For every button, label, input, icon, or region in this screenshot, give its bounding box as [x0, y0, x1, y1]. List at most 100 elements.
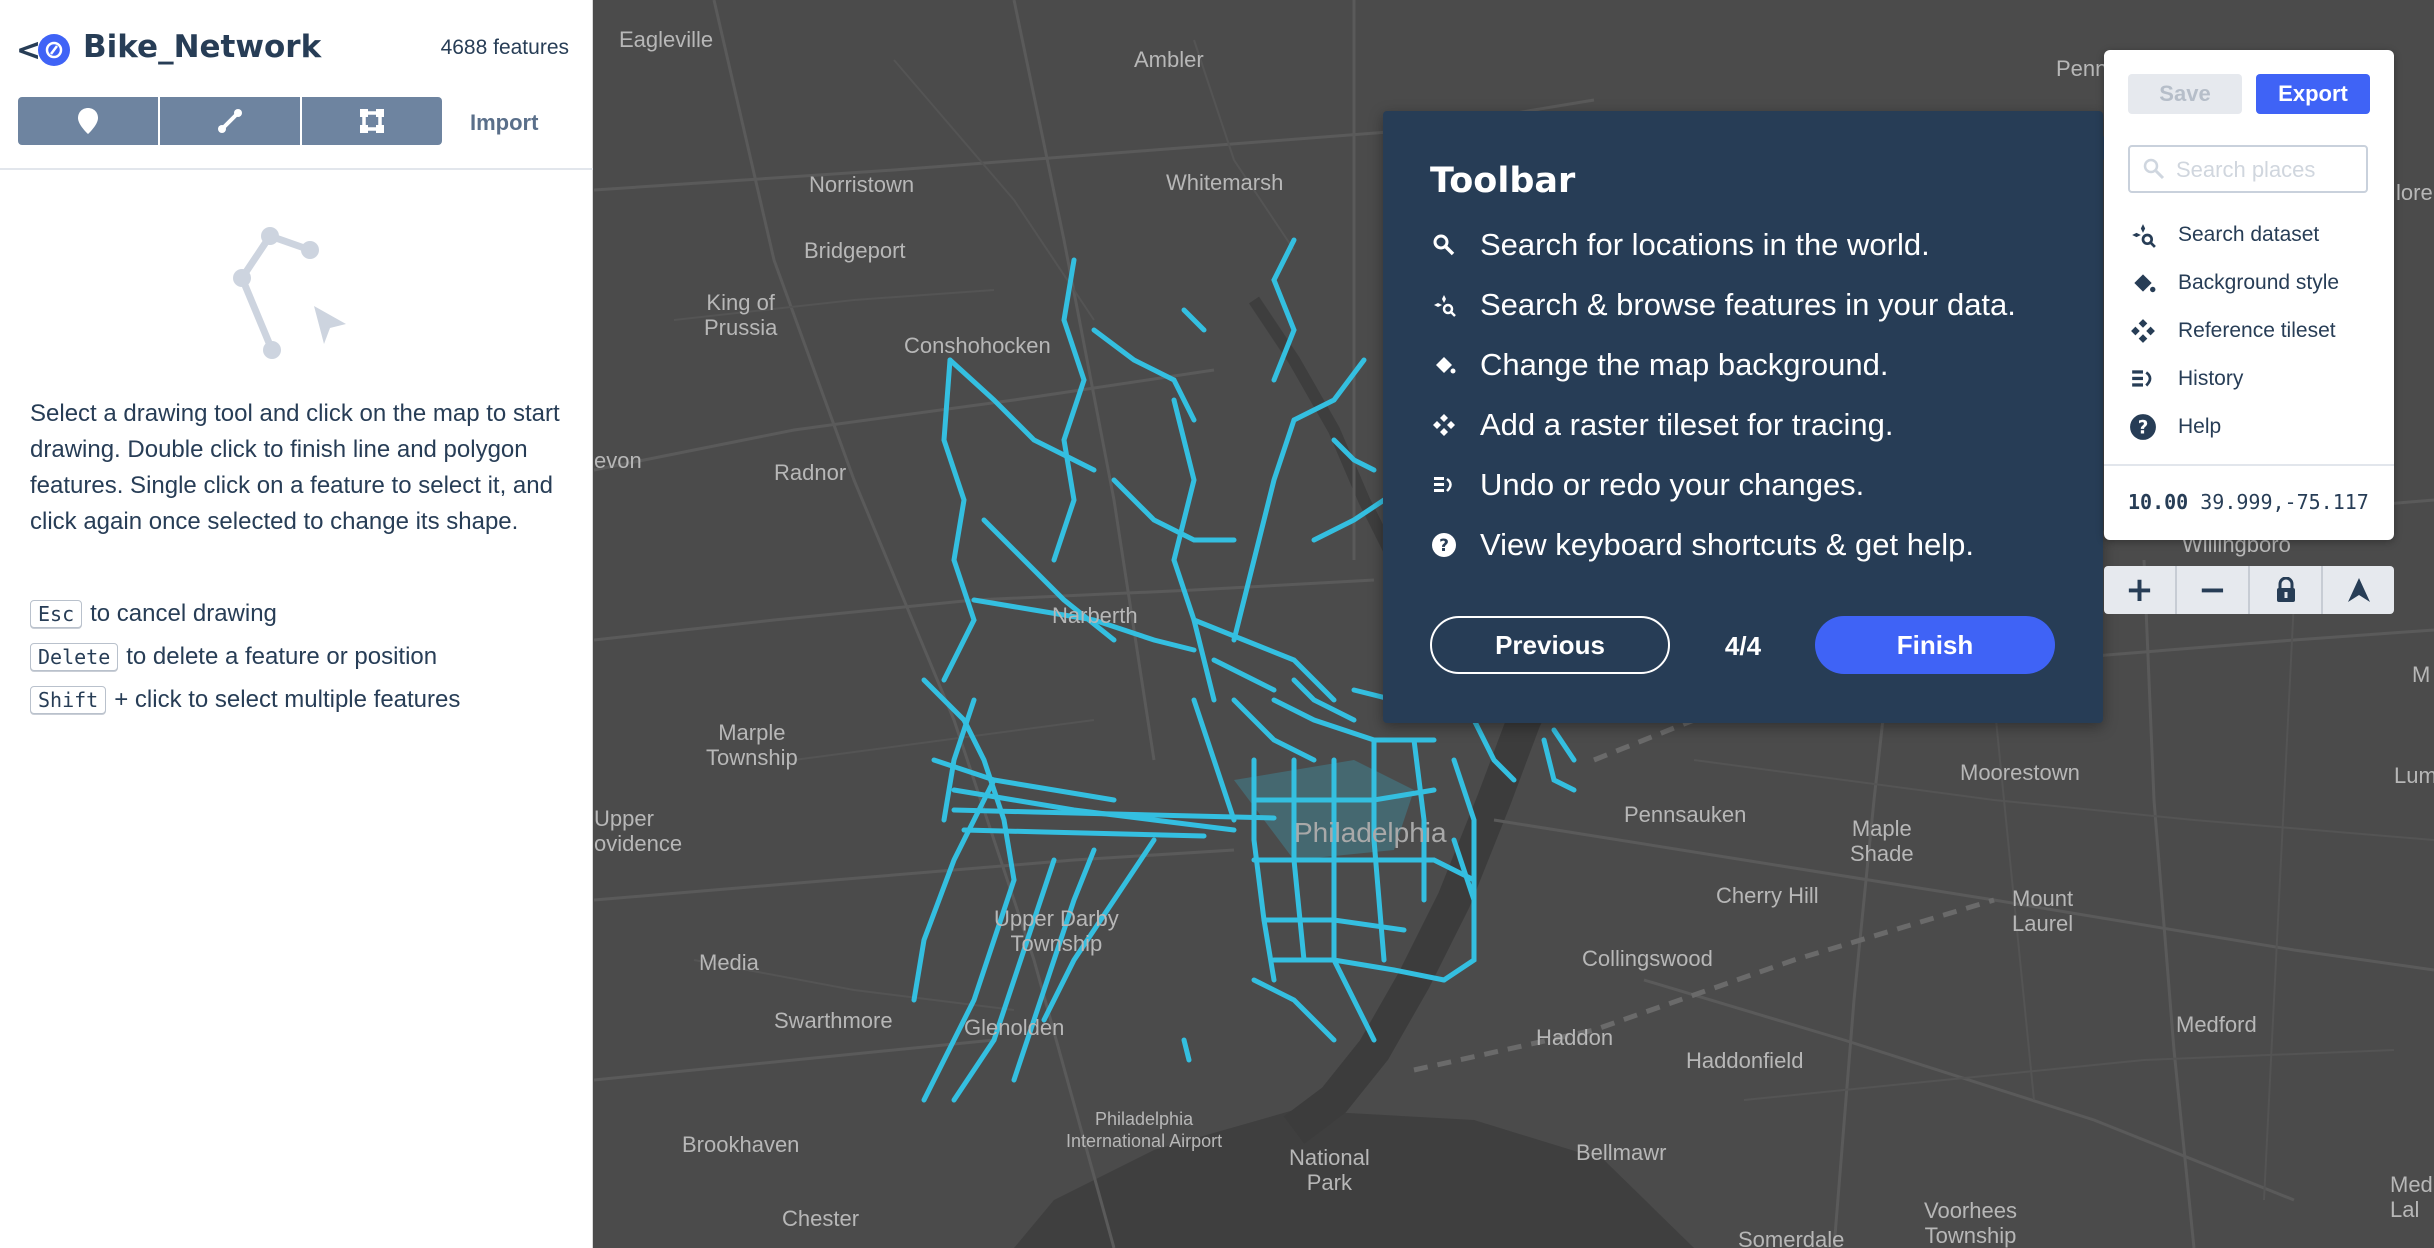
save-button[interactable]: Save: [2128, 74, 2242, 114]
zoom-out-button[interactable]: −: [2175, 566, 2248, 614]
place-label: Medford: [2176, 1012, 2257, 1037]
search-icon: [1430, 231, 1458, 259]
shortcut-text: to cancel drawing: [90, 600, 277, 627]
place-label: Brookhaven: [682, 1132, 800, 1157]
shift-key: Shift: [30, 686, 107, 714]
place-label: Haddonfield: [1686, 1048, 1804, 1073]
place-label: Maple Shade: [1850, 816, 1914, 866]
search-places-field[interactable]: [2128, 145, 2368, 193]
place-label: Med Lal: [2390, 1172, 2433, 1222]
lock-button[interactable]: [2248, 566, 2321, 614]
place-label: Bridgeport: [804, 238, 906, 263]
place-label: Swarthmore: [774, 1008, 893, 1033]
search-icon: [2142, 157, 2166, 185]
draw-line-button[interactable]: [158, 97, 300, 145]
place-label: Philadelphia: [1294, 817, 1447, 848]
svg-text:?: ?: [1439, 536, 1449, 556]
toolbar-panel: Save Export Search dataset Background st…: [2104, 50, 2394, 540]
previous-button[interactable]: Previous: [1430, 616, 1670, 674]
zoom-level: 10.00: [2128, 490, 2189, 514]
place-label: Moorestown: [1960, 760, 2080, 785]
history-icon: [1430, 471, 1458, 499]
tooltip-item: Undo or redo your changes.: [1430, 467, 1864, 503]
tooltip-item-text: View keyboard shortcuts & get help.: [1480, 527, 1974, 562]
place-label: Pennsauken: [1624, 802, 1747, 827]
sidebar: < Bike_Network 4688 features Import Sele…: [0, 0, 593, 1248]
shortcut-esc: Esc to cancel drawing: [30, 600, 277, 628]
search-dataset-icon: [1430, 291, 1458, 319]
help-item[interactable]: ? Help: [2128, 412, 2221, 442]
sidebar-header: < Bike_Network 4688 features Import: [0, 0, 593, 170]
svg-text:?: ?: [2138, 417, 2149, 438]
dataset-icon: [38, 34, 70, 66]
place-label: Chester: [782, 1206, 860, 1231]
draw-polygon-button[interactable]: [300, 97, 442, 145]
place-label: Whitemarsh: [1166, 170, 1284, 195]
onboarding-tooltip: Toolbar Search for locations in the worl…: [1383, 111, 2103, 723]
coordinates: 39.999,-75.117: [2200, 490, 2369, 514]
compass-button[interactable]: [2321, 566, 2394, 614]
background-style-item[interactable]: Background style: [2128, 268, 2339, 298]
esc-key: Esc: [30, 600, 83, 628]
tooltip-item-text: Add a raster tileset for tracing.: [1480, 407, 1894, 442]
tooltip-item-text: Change the map background.: [1480, 347, 1889, 382]
search-dataset-item[interactable]: Search dataset: [2128, 220, 2319, 250]
tool-item-label: Background style: [2178, 271, 2340, 294]
place-label: Eagleville: [619, 27, 714, 52]
paint-bucket-icon: [2128, 268, 2158, 298]
lock-icon: [2276, 577, 2295, 602]
tooltip-item: Change the map background.: [1430, 347, 1888, 383]
reference-tileset-item[interactable]: Reference tileset: [2128, 316, 2336, 346]
instructions-text: Select a drawing tool and click on the m…: [30, 400, 560, 535]
zoom-in-button[interactable]: +: [2104, 566, 2175, 614]
tool-item-label: Search dataset: [2178, 223, 2320, 246]
export-button[interactable]: Export: [2256, 74, 2370, 114]
place-label: Marple Township: [706, 720, 798, 770]
delete-key: Delete: [30, 643, 119, 671]
import-button[interactable]: Import: [470, 110, 538, 136]
tooltip-item-text: Search & browse features in your data.: [1480, 287, 2016, 322]
place-label: Lumb: [2394, 763, 2434, 788]
compass-icon: [2347, 578, 2370, 602]
place-label: Upper ovidence: [594, 806, 683, 856]
place-label: Conshohocken: [904, 333, 1051, 358]
tooltip-item: Add a raster tileset for tracing.: [1430, 407, 1894, 443]
help-icon: ?: [2128, 412, 2158, 442]
line-icon: [218, 109, 242, 133]
draw-tools: [18, 97, 442, 145]
tooltip-item: ? View keyboard shortcuts & get help.: [1430, 527, 1974, 563]
place-label: Somerdale: [1738, 1227, 1845, 1248]
map-controls: + −: [2104, 566, 2394, 614]
place-label: National Park: [1289, 1145, 1370, 1195]
history-icon: [2128, 364, 2158, 394]
place-label: evon: [594, 448, 642, 473]
zoom-coordinates-readout: 10.00 39.999,-75.117: [2128, 490, 2369, 514]
place-label: Bellmawr: [1576, 1140, 1667, 1165]
place-label: Media: [699, 950, 759, 975]
tooltip-item-text: Search for locations in the world.: [1480, 227, 1930, 262]
tooltip-title: Toolbar: [1430, 161, 1576, 201]
place-label: King of Prussia: [704, 290, 778, 340]
draw-point-button[interactable]: [18, 97, 158, 145]
shortcut-text: to delete a feature or position: [126, 643, 438, 670]
place-label: Mount Laurel: [2012, 886, 2074, 936]
paint-bucket-icon: [1430, 351, 1458, 379]
tooltip-item: Search for locations in the world.: [1430, 227, 1930, 263]
shortcut-text: + click to select multiple features: [114, 686, 461, 713]
history-item[interactable]: History: [2128, 364, 2243, 394]
place-label: Philadelphia International Airport: [1066, 1109, 1223, 1151]
place-label: Norristown: [809, 172, 915, 197]
place-label: lore: [2396, 180, 2433, 205]
tooltip-item-text: Undo or redo your changes.: [1480, 467, 1865, 502]
tileset-icon: [1430, 411, 1458, 439]
search-places-input[interactable]: [2174, 147, 2358, 193]
place-label: Haddon: [1536, 1025, 1614, 1050]
place-label: Voorhees Township: [1924, 1198, 2017, 1248]
shortcut-delete: Delete to delete a feature or position: [30, 643, 437, 671]
help-icon: ?: [1430, 531, 1458, 559]
drawing-illustration-icon: [233, 227, 346, 359]
finish-button[interactable]: Finish: [1815, 616, 2055, 674]
polygon-icon: [360, 109, 384, 133]
place-label: Radnor: [774, 460, 847, 485]
step-counter: 4/4: [1724, 631, 1762, 661]
